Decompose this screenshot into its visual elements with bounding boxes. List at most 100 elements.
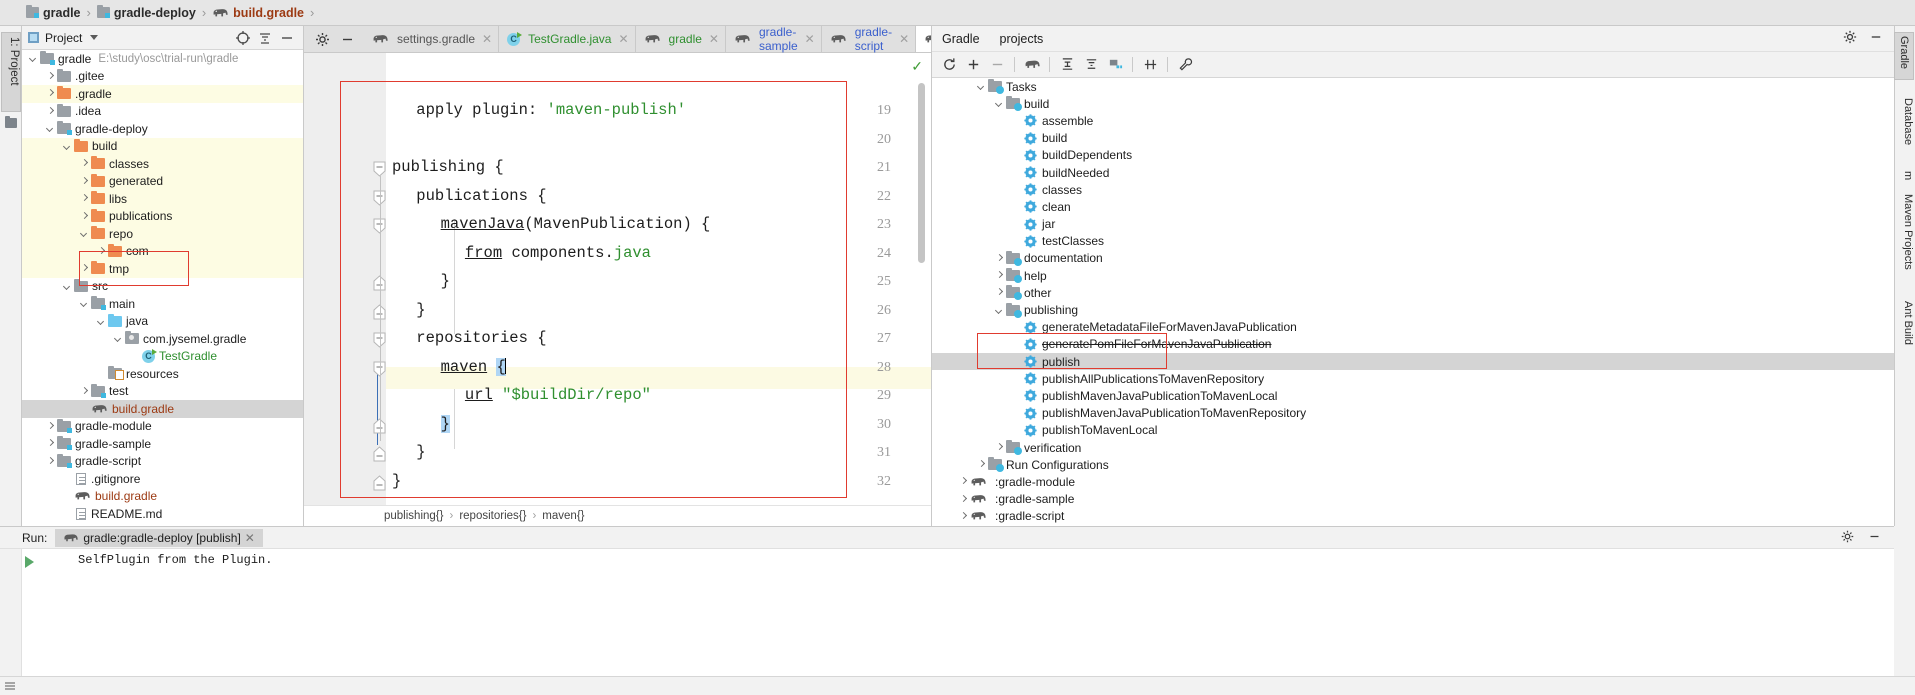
project-tree-item-gradle[interactable]: gradle E:\study\osc\trial-run\gradle: [22, 50, 303, 68]
project-tree-item-src[interactable]: src: [22, 278, 303, 296]
gradle-elephant-icon[interactable]: [1021, 54, 1043, 76]
chevron-down-icon[interactable]: [79, 298, 90, 309]
project-tree-item-tmp[interactable]: tmp: [22, 260, 303, 278]
chevron-down-icon[interactable]: [28, 53, 39, 64]
project-tree-item-classes[interactable]: classes: [22, 155, 303, 173]
minimize-icon[interactable]: [339, 31, 356, 48]
chevron-right-icon[interactable]: [958, 511, 969, 522]
chevron-down-icon[interactable]: [96, 316, 107, 327]
chevron-right-icon[interactable]: [45, 106, 56, 117]
gradle-task-tree[interactable]: Tasks build assemble build buildDependents bu…: [932, 78, 1894, 524]
gradle-tree-item-publishallpublicationstomavenrepository[interactable]: publishAllPublicationsToMavenRepository: [932, 370, 1894, 387]
chevron-down-icon[interactable]: [62, 141, 73, 152]
code-editor[interactable]: 19 20 21 22 23 24 25 26 27 28 29 30 31 32 apply plugi…: [304, 53, 931, 526]
project-tree-item-build-gradle[interactable]: build.gradle: [22, 400, 303, 418]
chevron-right-icon[interactable]: [958, 476, 969, 487]
editor-tab-testgradle-java[interactable]: C TestGradle.java ✕: [499, 26, 636, 52]
project-tree-item-repo[interactable]: repo: [22, 225, 303, 243]
close-icon[interactable]: ✕: [709, 32, 719, 46]
gradle-tree-item-tasks[interactable]: Tasks: [932, 78, 1894, 95]
project-tree-item--gitignore[interactable]: .gitignore: [22, 470, 303, 488]
editor-breadcrumb-item[interactable]: maven{}: [542, 510, 584, 522]
gradle-tree-item-help[interactable]: help: [932, 267, 1894, 284]
breadcrumb-item-gradle[interactable]: gradle: [22, 0, 85, 26]
chevron-right-icon[interactable]: [994, 442, 1005, 453]
editor-breadcrumb-item[interactable]: repositories{}: [459, 510, 526, 522]
chevron-right-icon[interactable]: [79, 193, 90, 204]
project-tree-item--idea[interactable]: .idea: [22, 103, 303, 121]
chevron-right-icon[interactable]: [976, 459, 987, 470]
chevron-down-icon[interactable]: [79, 228, 90, 239]
run-configuration-tab[interactable]: gradle:gradle-deploy [publish] ✕: [55, 528, 263, 547]
run-console[interactable]: SelfPlugin from the Plugin.: [0, 549, 1894, 677]
project-tree-item-com[interactable]: com: [22, 242, 303, 260]
project-tree-item-build-gradle[interactable]: build.gradle: [22, 488, 303, 506]
gradle-tree-item-generatepomfileformavenjavapublication[interactable]: generatePomFileForMavenJavaPublication: [932, 336, 1894, 353]
run-play-icon[interactable]: [25, 556, 34, 568]
close-icon[interactable]: ✕: [245, 531, 255, 545]
chevron-right-icon[interactable]: [45, 438, 56, 449]
project-tree-item-gradle-sample[interactable]: gradle-sample: [22, 435, 303, 453]
chevron-down-icon[interactable]: [62, 281, 73, 292]
gradle-tree-item-buildneeded[interactable]: buildNeeded: [932, 164, 1894, 181]
chevron-down-icon[interactable]: [45, 123, 56, 134]
project-tree-item--gradle[interactable]: .gradle: [22, 85, 303, 103]
sidebar-tab-ant-build[interactable]: Ant Build: [1902, 301, 1914, 363]
project-tree-item-gradle-deploy[interactable]: gradle-deploy: [22, 120, 303, 138]
chevron-down-icon[interactable]: [90, 35, 99, 40]
editor-tab-settings-gradle[interactable]: settings.gradle ✕: [364, 26, 500, 52]
sidebar-tab-m[interactable]: m: [1902, 171, 1914, 187]
project-tree-item-build[interactable]: build: [22, 137, 303, 155]
minimize-icon[interactable]: [277, 28, 297, 48]
close-icon[interactable]: ✕: [618, 32, 628, 46]
minimize-icon[interactable]: [1868, 29, 1884, 48]
close-icon[interactable]: ✕: [899, 32, 909, 46]
wrench-icon[interactable]: [1174, 54, 1196, 76]
project-tree-item-libs[interactable]: libs: [22, 190, 303, 208]
expand-all-icon[interactable]: [1056, 54, 1078, 76]
gear-icon[interactable]: [1842, 29, 1858, 48]
sidebar-tab-maven-projects[interactable]: Maven Projects: [1902, 194, 1914, 290]
minimize-icon[interactable]: [1867, 529, 1882, 547]
add-icon[interactable]: [962, 54, 984, 76]
sidebar-tab-project[interactable]: 1: Project: [1, 32, 21, 112]
project-tree-item-testgradle[interactable]: C TestGradle: [22, 348, 303, 366]
gradle-tree-item-verification[interactable]: verification: [932, 439, 1894, 456]
editor-tab-gradle-script[interactable]: gradle-script ✕: [821, 25, 917, 53]
gradle-tree-item--gradle-sample[interactable]: :gradle-sample: [932, 491, 1894, 508]
gradle-tree-item-documentation[interactable]: documentation: [932, 250, 1894, 267]
gradle-tree-item-publishtomavenlocal[interactable]: publishToMavenLocal: [932, 422, 1894, 439]
chevron-right-icon[interactable]: [994, 287, 1005, 298]
gear-icon[interactable]: [1840, 529, 1855, 547]
chevron-down-icon[interactable]: [994, 98, 1005, 109]
project-tree-item-publications[interactable]: publications: [22, 207, 303, 225]
project-tree[interactable]: gradle E:\study\osc\trial-run\gradle .gite…: [22, 50, 303, 526]
close-icon[interactable]: ✕: [805, 32, 815, 46]
gradle-tree-item-jar[interactable]: jar: [932, 216, 1894, 233]
project-tree-item-test[interactable]: test: [22, 383, 303, 401]
editor-breadcrumb-item[interactable]: publishing{}: [384, 510, 443, 522]
gradle-tree-item--gradle-module[interactable]: :gradle-module: [932, 473, 1894, 490]
chevron-right-icon[interactable]: [79, 263, 90, 274]
editor-tab-gradle[interactable]: gradle ✕: [635, 26, 726, 52]
tab-gradle[interactable]: Gradle: [942, 32, 980, 46]
project-tree-item-resources[interactable]: resources: [22, 365, 303, 383]
gradle-tree-item-publishmavenjavapublicationtomavenlocal[interactable]: publishMavenJavaPublicationToMavenLocal: [932, 387, 1894, 404]
code-fold-marker[interactable]: [372, 446, 387, 462]
project-tree-item-main[interactable]: main: [22, 295, 303, 313]
editor-scrollbar[interactable]: [918, 83, 925, 263]
chevron-right-icon[interactable]: [994, 270, 1005, 281]
chevron-down-icon[interactable]: [994, 305, 1005, 316]
project-tree-item-readme-md[interactable]: README.md: [22, 505, 303, 523]
chevron-right-icon[interactable]: [79, 211, 90, 222]
sidebar-tab-gradle[interactable]: Gradle: [1894, 32, 1914, 80]
chevron-right-icon[interactable]: [45, 88, 56, 99]
sidebar-tab-database[interactable]: Database: [1902, 98, 1914, 160]
gradle-tree-item--gradle-script[interactable]: :gradle-script: [932, 508, 1894, 524]
gradle-tree-item-publishing[interactable]: publishing: [932, 301, 1894, 318]
chevron-right-icon[interactable]: [958, 494, 969, 505]
project-tree-item-gradle-module[interactable]: gradle-module: [22, 418, 303, 436]
chevron-right-icon[interactable]: [79, 386, 90, 397]
chevron-right-icon[interactable]: [96, 246, 107, 257]
status-bar-icon[interactable]: [4, 680, 16, 692]
